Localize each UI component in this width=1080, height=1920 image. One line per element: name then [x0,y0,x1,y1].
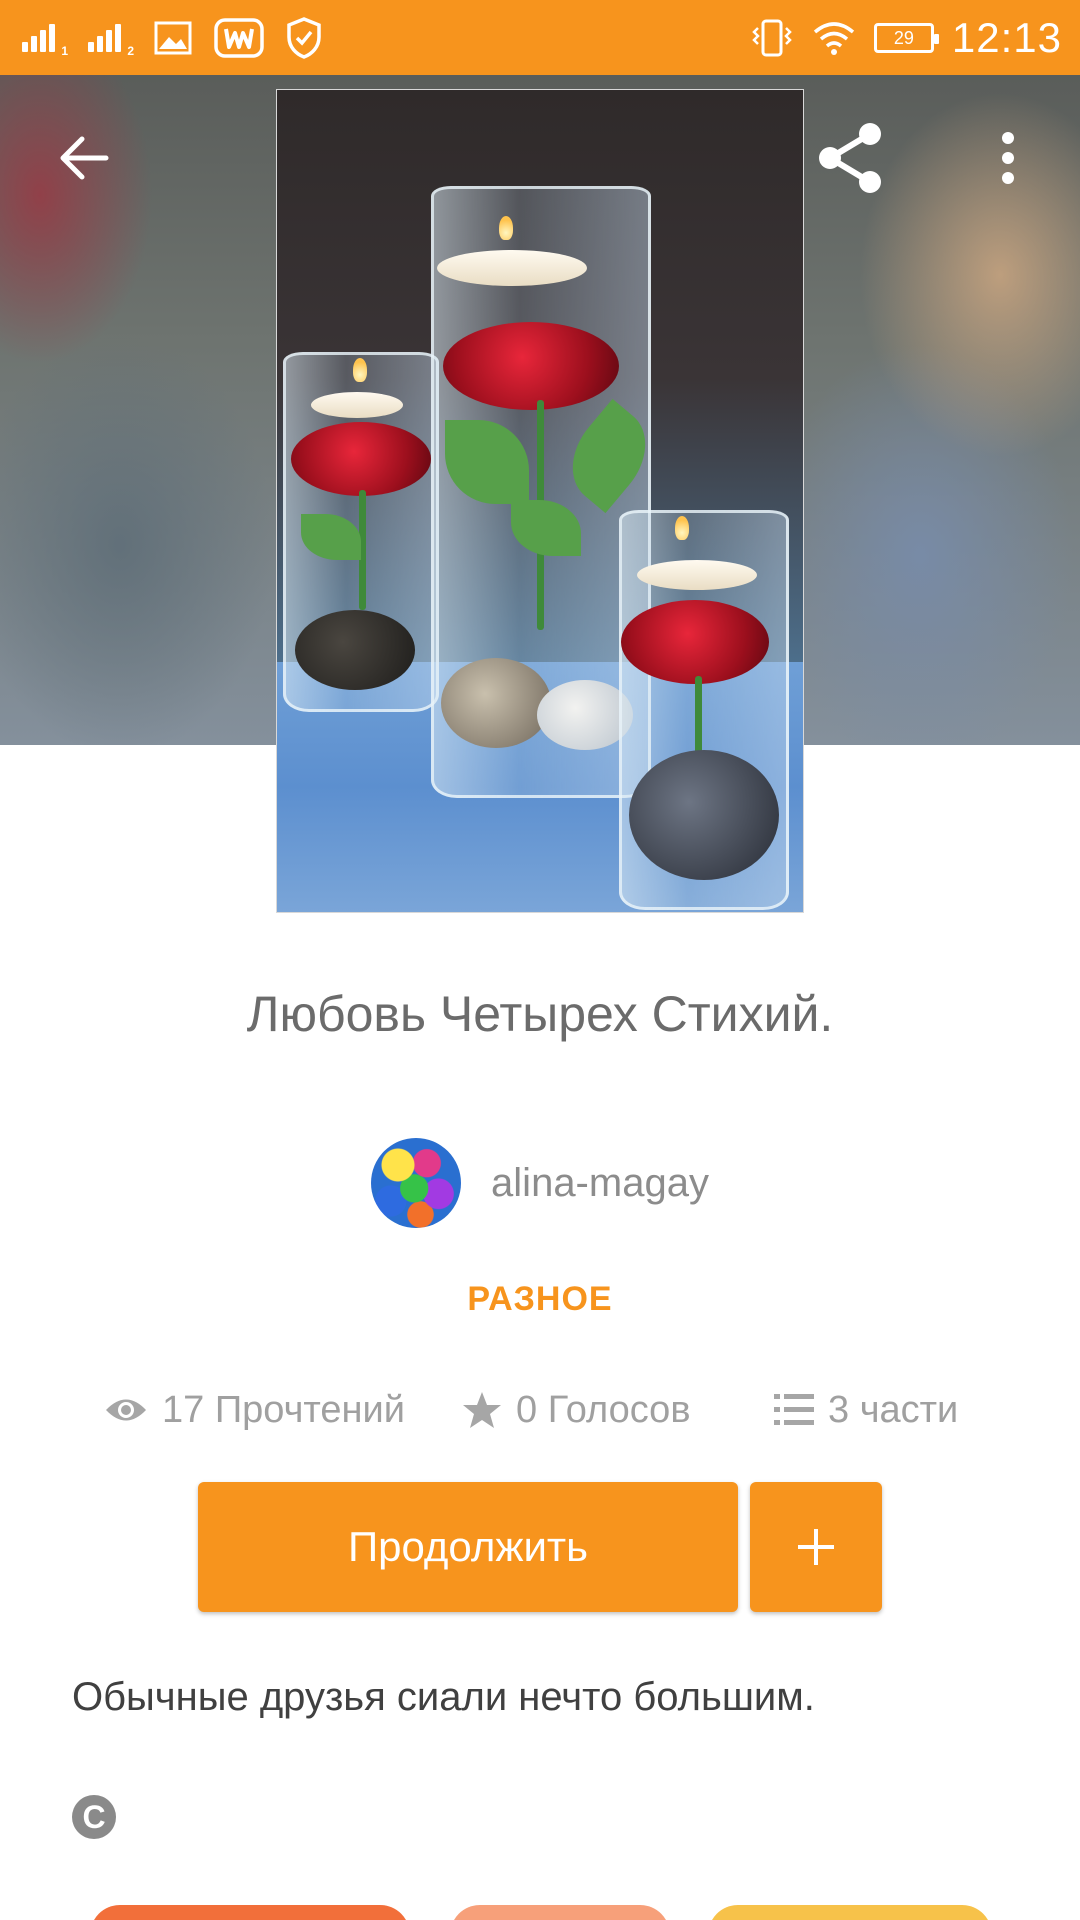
cover-flame-left [353,358,367,382]
continue-label: Продолжить [347,1523,589,1570]
cover-stones-left [295,610,415,690]
back-button[interactable] [36,110,132,206]
votes-stat: 0 Голосов [462,1375,691,1445]
cover-rose-right [621,600,769,684]
cover-stone-center-1 [441,658,551,748]
tag-chip-3[interactable] [708,1905,992,1920]
list-icon [774,1394,814,1425]
story-description: Обычные друзья сиали нечто большим. [72,1675,815,1719]
cover-flame-center [499,216,513,240]
battery-icon: 29 [873,23,939,53]
parts-count: 3 части [828,1388,959,1431]
author-name[interactable]: alina-magay [491,1161,709,1206]
battery-level: 29 [893,27,914,48]
cover-rose-left [291,422,431,496]
story-stats: 17 Прочтений 0 Голосов 3 части [0,1375,1080,1445]
cover-candle-right [637,560,757,590]
continue-reading-button[interactable]: Продолжить [198,1482,738,1612]
wifi-icon [813,22,855,55]
share-icon [819,123,881,193]
status-bar: 1 2 29 12:13 [0,0,1080,75]
tag-row [0,1905,1080,1920]
share-button[interactable] [804,110,900,206]
cover-stones-right [629,750,779,880]
story-category[interactable]: РАЗНОЕ [0,1280,1080,1319]
reads-stat: 17 Прочтений [104,1375,405,1445]
tag-chip-1[interactable] [90,1905,410,1920]
add-to-library-button[interactable] [750,1482,882,1612]
copyright-icon: C [72,1795,116,1839]
more-vertical-icon [1002,132,1014,184]
status-time: 12:13 [951,14,1062,61]
copyright-symbol: C [82,1798,106,1835]
status-right-icons: 29 12:13 [750,10,1062,66]
story-cover-image[interactable] [276,89,804,913]
story-title: Любовь Четырех Стихий. [246,986,834,1042]
shield-icon [287,17,321,59]
vibrate-icon [752,19,792,57]
parts-stat[interactable]: 3 части [774,1375,958,1445]
cover-rose-center [443,322,619,410]
eye-icon [106,1399,146,1421]
status-left-icons: 1 2 [22,14,322,62]
author-row[interactable]: alina-magay [0,1137,1080,1229]
more-options-button[interactable] [960,110,1056,206]
cover-candle-left [311,392,403,418]
cover-flame-right [675,516,689,540]
author-avatar[interactable] [371,1138,462,1228]
signal-2-icon: 2 [88,20,134,58]
votes-count: 0 Голосов [516,1388,691,1431]
plus-icon [798,1529,834,1565]
wattpad-icon [214,18,264,58]
star-icon [463,1392,501,1428]
cover-candle-center [437,250,587,286]
reads-count: 17 Прочтений [162,1388,405,1431]
arrow-left-icon [60,136,109,180]
tag-chip-2[interactable] [450,1905,670,1920]
signal-1-icon: 1 [22,20,68,58]
gallery-icon [154,21,192,55]
